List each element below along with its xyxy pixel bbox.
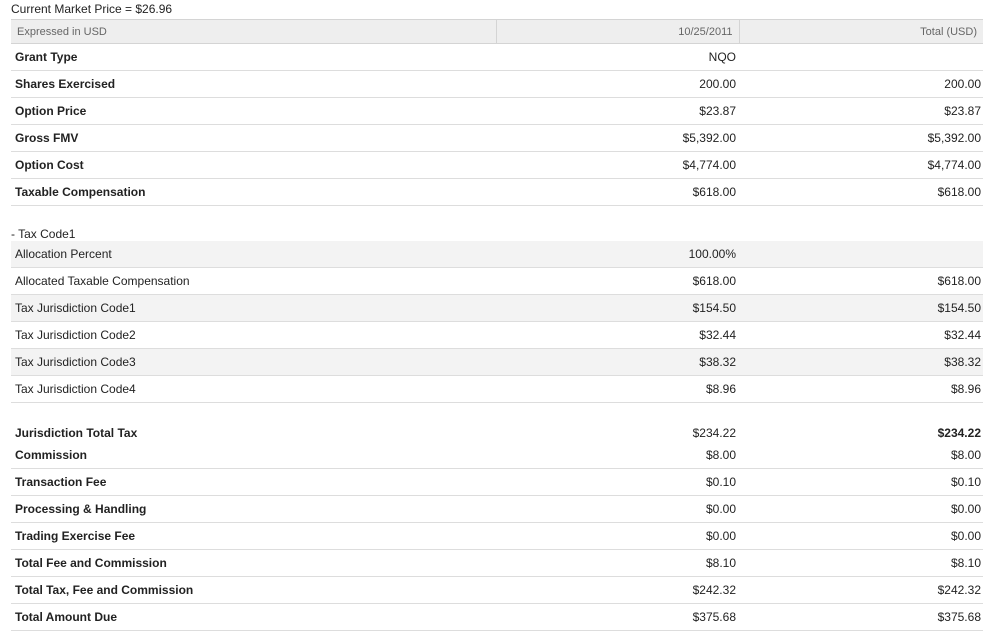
- row-value-date: $618.00: [496, 267, 739, 295]
- row-value-total: $0.00: [739, 522, 983, 550]
- table-row: Commission $8.00 $8.00: [11, 442, 983, 469]
- table-row: Tax Jurisdiction Code4 $8.96 $8.96: [11, 375, 983, 403]
- table-row: Processing & Handling $0.00 $0.00: [11, 495, 983, 523]
- exercise-table: Expressed in USD 10/25/2011 Total (USD) …: [11, 19, 983, 631]
- table-row: Taxable Compensation $618.00 $618.00: [11, 178, 983, 206]
- row-value-total: $242.32: [739, 576, 983, 604]
- row-value-date: $0.00: [496, 522, 739, 550]
- table-row: Option Cost $4,774.00 $4,774.00: [11, 151, 983, 179]
- row-value-date: $8.10: [496, 549, 739, 577]
- table-header-row: Expressed in USD 10/25/2011 Total (USD): [11, 19, 983, 44]
- row-value-total: [739, 43, 983, 71]
- row-value-total: 200.00: [739, 70, 983, 98]
- row-value-date: NQO: [496, 43, 739, 71]
- row-value-date: $32.44: [496, 321, 739, 349]
- row-label: Transaction Fee: [11, 468, 496, 496]
- header-total: Total (USD): [739, 19, 983, 44]
- row-label: Total Amount Due: [11, 603, 496, 631]
- table-row: Total Tax, Fee and Commission $242.32 $2…: [11, 576, 983, 604]
- row-label: Total Fee and Commission: [11, 549, 496, 577]
- row-value-date: $234.22: [692, 426, 736, 440]
- row-value-date: $8.96: [496, 375, 739, 403]
- row-value-date: $154.50: [496, 294, 739, 322]
- row-label: Option Price: [11, 97, 496, 125]
- table-row: Grant Type NQO: [11, 43, 983, 71]
- row-label: Allocated Taxable Compensation: [11, 267, 496, 295]
- row-value-total: $8.96: [739, 375, 983, 403]
- row-value-date: 200.00: [496, 70, 739, 98]
- row-value-date: $375.68: [496, 603, 739, 631]
- row-value-date: $242.32: [496, 576, 739, 604]
- row-value-date: $5,392.00: [496, 124, 739, 152]
- row-value-date: $0.10: [496, 468, 739, 496]
- row-value-date: $618.00: [496, 178, 739, 206]
- row-value-total: $23.87: [739, 97, 983, 125]
- row-value-date: $38.32: [496, 348, 739, 376]
- row-label: Total Tax, Fee and Commission: [11, 576, 496, 604]
- row-label: Commission: [11, 442, 496, 469]
- table-row: Allocation Percent 100.00%: [11, 241, 983, 268]
- table-row: Tax Jurisdiction Code3 $38.32 $38.32: [11, 348, 983, 376]
- row-label: Shares Exercised: [11, 70, 496, 98]
- row-value-total: [739, 241, 983, 268]
- row-value-total: $234.22: [937, 426, 981, 440]
- table-row: Total Amount Due $375.68 $375.68: [11, 603, 983, 631]
- row-value-total: $375.68: [739, 603, 983, 631]
- row-label: Tax Jurisdiction Code3: [11, 348, 496, 376]
- row-value-total: $0.10: [739, 468, 983, 496]
- table-row: Shares Exercised 200.00 200.00: [11, 70, 983, 98]
- row-label: Tax Jurisdiction Code4: [11, 375, 496, 403]
- row-value-total: $618.00: [739, 267, 983, 295]
- row-value-total: $4,774.00: [739, 151, 983, 179]
- row-value-total: $0.00: [739, 495, 983, 523]
- row-label: Tax Jurisdiction Code1: [11, 294, 496, 322]
- row-value-total: $32.44: [739, 321, 983, 349]
- row-value-date: $4,774.00: [496, 151, 739, 179]
- row-label: Allocation Percent: [11, 241, 496, 268]
- row-label: Option Cost: [11, 151, 496, 179]
- row-label: Trading Exercise Fee: [11, 522, 496, 550]
- table-row: Tax Jurisdiction Code2 $32.44 $32.44: [11, 321, 983, 349]
- table-row: Jurisdiction Total Tax $234.22 $234.22: [11, 424, 983, 442]
- row-label: Grant Type: [11, 43, 496, 71]
- table-row: Option Price $23.87 $23.87: [11, 97, 983, 125]
- table-row: Trading Exercise Fee $0.00 $0.00: [11, 522, 983, 550]
- row-label: Processing & Handling: [11, 495, 496, 523]
- row-label: Jurisdiction Total Tax: [15, 426, 138, 440]
- row-value-total: $8.10: [739, 549, 983, 577]
- row-value-date: 100.00%: [496, 241, 739, 268]
- header-date: 10/25/2011: [496, 19, 740, 44]
- table-row: Allocated Taxable Compensation $618.00 $…: [11, 267, 983, 295]
- row-label: Taxable Compensation: [11, 178, 496, 206]
- row-label: Gross FMV: [11, 124, 496, 152]
- row-value-date: $0.00: [496, 495, 739, 523]
- table-row: Transaction Fee $0.10 $0.10: [11, 468, 983, 496]
- table-row: Gross FMV $5,392.00 $5,392.00: [11, 124, 983, 152]
- row-value-total: $154.50: [739, 294, 983, 322]
- table-row: Total Fee and Commission $8.10 $8.10: [11, 549, 983, 577]
- row-value-date: $23.87: [496, 97, 739, 125]
- exercise-summary: Current Market Price = $26.96 Expressed …: [11, 0, 983, 631]
- row-value-total: $8.00: [739, 442, 983, 469]
- row-value-total: $618.00: [739, 178, 983, 206]
- section-spacer: [11, 206, 983, 228]
- row-value-total: $5,392.00: [739, 124, 983, 152]
- tax-code-section-header: - Tax Code1: [11, 227, 983, 241]
- row-value-total: $38.32: [739, 348, 983, 376]
- current-market-price: Current Market Price = $26.96: [11, 2, 173, 16]
- row-label: Tax Jurisdiction Code2: [11, 321, 496, 349]
- header-expressed-in: Expressed in USD: [11, 19, 497, 44]
- section-spacer: [11, 403, 983, 425]
- tax-code-title: - Tax Code1: [11, 227, 76, 241]
- row-value-date: $8.00: [496, 442, 739, 469]
- table-row: Tax Jurisdiction Code1 $154.50 $154.50: [11, 294, 983, 322]
